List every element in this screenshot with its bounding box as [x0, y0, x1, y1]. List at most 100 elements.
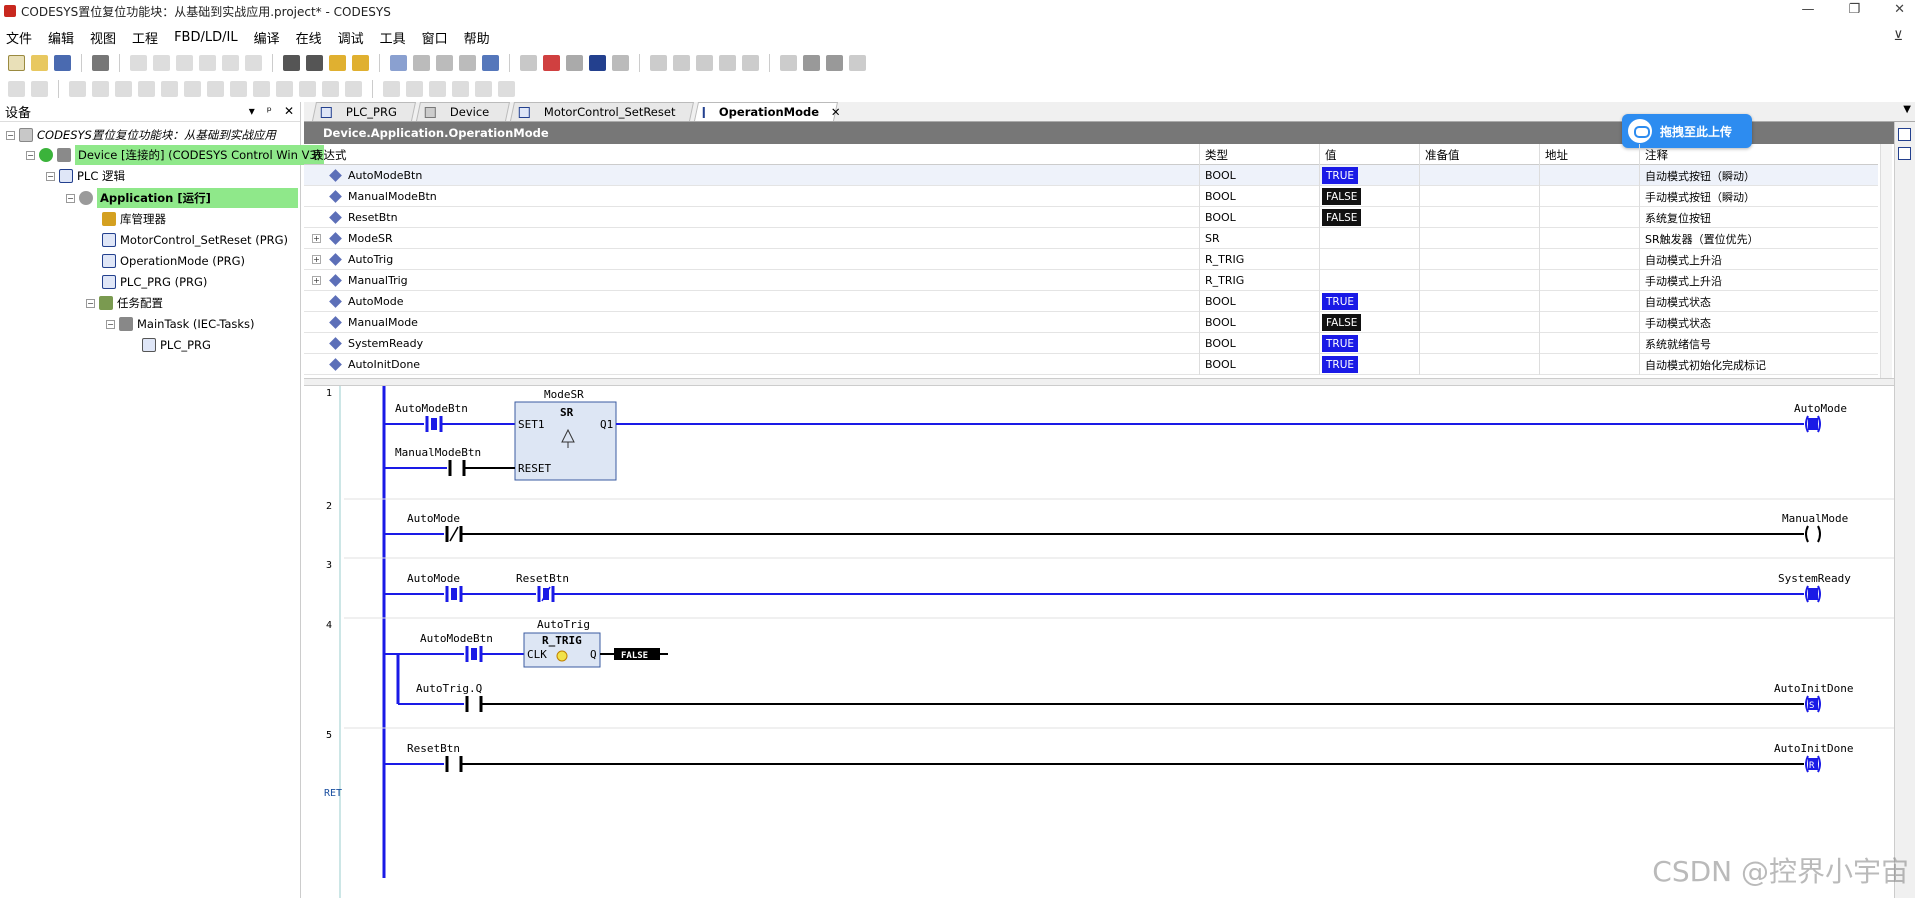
- tab-motorcontrol[interactable]: MotorControl_SetReset: [509, 102, 695, 121]
- undo-icon[interactable]: [130, 55, 147, 71]
- column-header-value[interactable]: 值: [1320, 144, 1420, 165]
- coil-autoinitdone-reset-arc-left[interactable]: [1805, 755, 1809, 773]
- start-icon[interactable]: [566, 55, 583, 71]
- menu-view[interactable]: 视图: [90, 28, 116, 47]
- reset-icon[interactable]: [612, 55, 629, 71]
- properties-icon[interactable]: [459, 55, 476, 71]
- build-icon[interactable]: [390, 55, 407, 71]
- tab-device[interactable]: Device: [415, 102, 511, 121]
- tree-item-motorcontrol[interactable]: MotorControl_SetReset (PRG): [102, 230, 288, 250]
- tree-item-task-config[interactable]: − 任务配置: [86, 293, 163, 313]
- maximize-button[interactable]: ❐: [1848, 2, 1860, 17]
- insert-network-icon[interactable]: [8, 81, 25, 97]
- collapse-icon[interactable]: −: [46, 171, 55, 181]
- table-row[interactable]: AutoInitDone BOOL TRUE 自动模式初始化完成标记: [304, 354, 1878, 375]
- new-file-icon[interactable]: [8, 55, 25, 71]
- print-icon[interactable]: [92, 55, 109, 71]
- collapse-icon[interactable]: −: [106, 319, 115, 329]
- menu-project[interactable]: 工程: [132, 28, 158, 47]
- tab-operationmode[interactable]: OperationMode ✕: [693, 102, 841, 121]
- expand-icon[interactable]: +: [312, 234, 321, 243]
- find-replace-icon[interactable]: [306, 55, 323, 71]
- panel-close-button[interactable]: ✕: [284, 104, 294, 118]
- prepared-value-cell[interactable]: [1420, 228, 1540, 249]
- insert-reset-coil-icon[interactable]: [207, 81, 224, 97]
- panel-pin-button[interactable]: ᵖ: [267, 104, 272, 118]
- export-icon[interactable]: [436, 55, 453, 71]
- coil-autoinitdone-set-arc-left[interactable]: [1805, 695, 1809, 713]
- expand-icon[interactable]: +: [312, 255, 321, 264]
- expand-icon[interactable]: +: [312, 276, 321, 285]
- editor-splitter[interactable]: [304, 378, 1894, 386]
- coil-systemready-arc-left[interactable]: [1805, 585, 1809, 603]
- set-reset-icon[interactable]: [452, 81, 469, 97]
- bookmark-icon[interactable]: [329, 55, 346, 71]
- prepared-value-cell[interactable]: [1420, 291, 1540, 312]
- insert-set-coil-icon[interactable]: [184, 81, 201, 97]
- write-values-icon[interactable]: [780, 55, 797, 71]
- prepared-value-cell[interactable]: [1420, 333, 1540, 354]
- menu-edit[interactable]: 编辑: [48, 28, 74, 47]
- step-out-icon[interactable]: [719, 55, 736, 71]
- open-folder-icon[interactable]: [31, 55, 48, 71]
- cut-icon[interactable]: [176, 55, 193, 71]
- column-header-prepared-value[interactable]: 准备值: [1420, 144, 1540, 165]
- collapse-icon[interactable]: −: [6, 130, 15, 140]
- prepared-value-cell[interactable]: [1420, 207, 1540, 228]
- column-header-type[interactable]: 类型: [1200, 144, 1320, 165]
- table-row[interactable]: AutoMode BOOL TRUE 自动模式状态: [304, 291, 1878, 312]
- redo-icon[interactable]: [153, 55, 170, 71]
- minimize-button[interactable]: —: [1801, 2, 1814, 17]
- tree-item-application[interactable]: − Application [运行]: [66, 188, 298, 208]
- prepared-value-cell[interactable]: [1420, 249, 1540, 270]
- tree-item-operationmode[interactable]: OperationMode (PRG): [102, 251, 245, 271]
- tree-item-library-manager[interactable]: 库管理器: [102, 209, 166, 229]
- check-icon[interactable]: [849, 55, 866, 71]
- prepared-value-cell[interactable]: [1420, 165, 1540, 186]
- step-into-icon[interactable]: [696, 55, 713, 71]
- menu-tools[interactable]: 工具: [380, 28, 406, 47]
- toolbar-options-icon[interactable]: ⊻: [1893, 29, 1903, 44]
- find-icon[interactable]: [283, 55, 300, 71]
- declaration-view-icon[interactable]: [1898, 128, 1911, 141]
- insert-parallel-negated-icon[interactable]: [138, 81, 155, 97]
- delete-icon[interactable]: [245, 55, 262, 71]
- tree-item-plc-logic[interactable]: − PLC 逻辑: [46, 166, 125, 186]
- select-app-icon[interactable]: [413, 55, 430, 71]
- collapse-icon[interactable]: −: [66, 193, 75, 203]
- insert-jump-icon[interactable]: [299, 81, 316, 97]
- logout-icon[interactable]: [543, 55, 560, 71]
- insert-contact-icon[interactable]: [69, 81, 86, 97]
- comment-icon[interactable]: [498, 81, 515, 97]
- insert-negated-contact-icon[interactable]: [92, 81, 109, 97]
- table-row[interactable]: ManualMode BOOL FALSE 手动模式状态: [304, 312, 1878, 333]
- insert-branch-icon[interactable]: [345, 81, 362, 97]
- menu-help[interactable]: 帮助: [464, 28, 490, 47]
- insert-box-icon[interactable]: [230, 81, 247, 97]
- insert-input-icon[interactable]: [383, 81, 400, 97]
- table-row[interactable]: AutoModeBtn BOOL TRUE 自动模式按钮（瞬动）: [304, 165, 1878, 186]
- negate-icon[interactable]: [406, 81, 423, 97]
- coil-manualmode-arc-left[interactable]: [1805, 525, 1809, 543]
- collapse-icon[interactable]: −: [26, 150, 35, 160]
- insert-network-below-icon[interactable]: [31, 81, 48, 97]
- table-row[interactable]: ManualModeBtn BOOL FALSE 手动模式按钮（瞬动）: [304, 186, 1878, 207]
- tree-item-task-plc-prg[interactable]: PLC_PRG: [142, 335, 211, 355]
- parallel-icon[interactable]: [475, 81, 492, 97]
- upload-button[interactable]: 拖拽至此上传: [1622, 114, 1752, 148]
- insert-parallel-contact-icon[interactable]: [115, 81, 132, 97]
- close-window-button[interactable]: ✕: [1894, 2, 1905, 17]
- edge-detect-icon[interactable]: [429, 81, 446, 97]
- table-row[interactable]: + ManualTrig R_TRIG 手动模式上升沿: [304, 270, 1878, 291]
- collapse-icon[interactable]: −: [86, 298, 95, 308]
- prepared-value-cell[interactable]: [1420, 312, 1540, 333]
- step-over-icon[interactable]: [673, 55, 690, 71]
- force-values-icon[interactable]: [803, 55, 820, 71]
- login-icon[interactable]: [520, 55, 537, 71]
- insert-assignment-icon[interactable]: [276, 81, 293, 97]
- menu-fbd-ld-il[interactable]: FBD/LD/IL: [174, 30, 238, 45]
- table-row[interactable]: SystemReady BOOL TRUE 系统就绪信号: [304, 333, 1878, 354]
- paste-icon[interactable]: [222, 55, 239, 71]
- save-icon[interactable]: [54, 55, 71, 71]
- prepared-value-cell[interactable]: [1420, 354, 1540, 375]
